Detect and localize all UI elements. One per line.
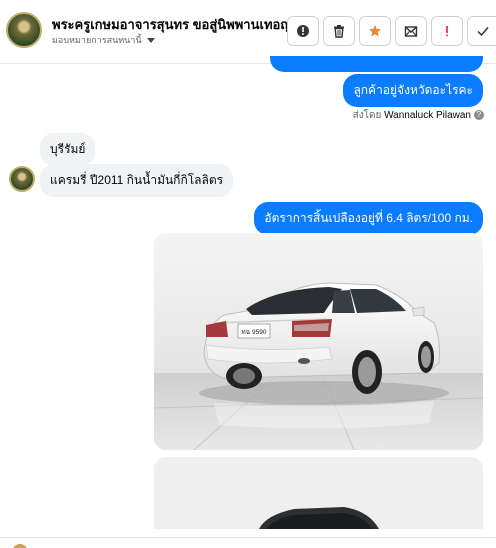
conversation-header: พระครูเกษมอาจารสุนทร ขอสู่นิพพานเทอญ มอบ…	[0, 0, 496, 64]
composer-avatar	[12, 544, 28, 548]
car-photo-illustration	[154, 457, 483, 529]
car-photo[interactable]: ทฉ 9590	[154, 233, 483, 450]
caret-down-icon	[146, 38, 155, 44]
contact-avatar[interactable]	[6, 12, 42, 48]
done-button[interactable]	[467, 16, 496, 46]
exclamation-icon	[446, 26, 448, 37]
sent-by-prefix: ส่งโดย	[352, 110, 382, 121]
delete-button[interactable]	[323, 16, 355, 46]
star-icon	[369, 25, 381, 37]
report-button[interactable]	[287, 16, 319, 46]
outgoing-message: ลูกค้าอยู่จังหวัดอะไรคะ	[343, 74, 483, 107]
action-toolbar	[287, 16, 496, 46]
spam-button[interactable]	[431, 16, 463, 46]
mail-icon	[404, 26, 418, 37]
contact-avatar-small[interactable]	[9, 166, 35, 192]
check-icon	[476, 27, 489, 37]
car-photo[interactable]	[154, 457, 483, 529]
license-plate-text: ทฉ 9590	[242, 329, 267, 336]
outgoing-message-partial	[270, 56, 483, 72]
car-photo-illustration: ทฉ 9590	[154, 233, 483, 450]
incoming-message: บุรีรัมย์	[40, 133, 96, 166]
conversation-title[interactable]: พระครูเกษมอาจารสุนทร ขอสู่นิพพานเทอญ	[52, 14, 291, 35]
incoming-message: แครมรี่ ปี2011 กินน้ำมันกี่กิโลลิตร	[40, 164, 234, 197]
outgoing-message: อัตราการสิ้นเปลืองอยู่ที่ 6.4 ลิตร/100 ก…	[254, 202, 483, 235]
trash-icon	[334, 25, 344, 38]
assign-conversation-dropdown[interactable]: มอบหมายการสนทนานี้	[52, 33, 155, 47]
star-button[interactable]	[359, 16, 391, 46]
sender-name[interactable]: Wannaluck Pilawan	[384, 110, 471, 121]
message-composer[interactable]	[0, 537, 496, 548]
mark-unread-button[interactable]	[395, 16, 427, 46]
report-icon	[297, 25, 309, 37]
assign-label: มอบหมายการสนทนานี้	[52, 35, 142, 45]
help-icon[interactable]: ?	[474, 110, 484, 121]
sent-by-label: ส่งโดย Wannaluck Pilawan?	[353, 108, 484, 123]
